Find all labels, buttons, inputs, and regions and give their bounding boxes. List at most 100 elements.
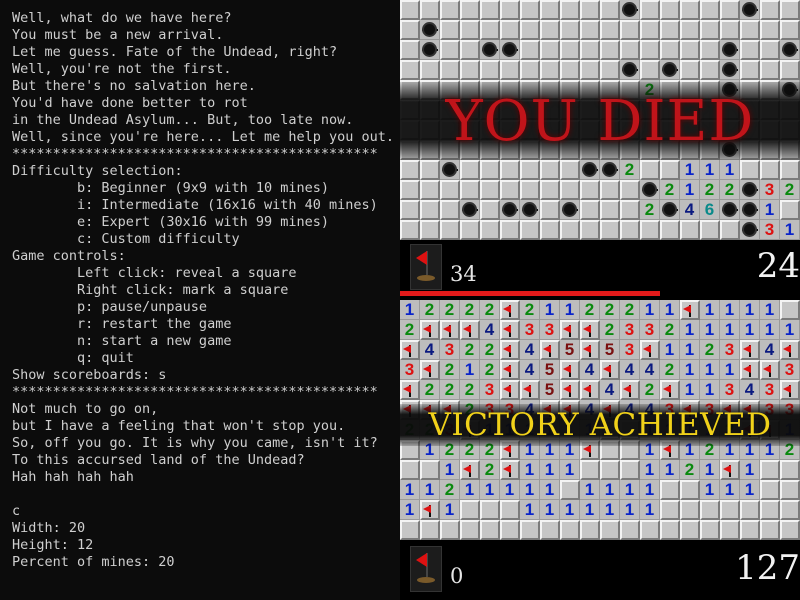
number-cell[interactable]: 1 (720, 480, 740, 500)
hidden-cell[interactable] (400, 180, 420, 200)
hidden-cell[interactable] (560, 40, 580, 60)
number-cell[interactable]: 1 (720, 320, 740, 340)
number-cell[interactable]: 1 (560, 300, 580, 320)
hidden-cell[interactable] (780, 60, 800, 80)
number-cell[interactable]: 1 (660, 300, 680, 320)
flag-icon[interactable] (680, 300, 700, 320)
hidden-cell[interactable] (660, 0, 680, 20)
hidden-cell[interactable] (640, 20, 660, 40)
flag-icon[interactable] (540, 340, 560, 360)
flag-icon[interactable] (420, 320, 440, 340)
hidden-cell[interactable] (500, 180, 520, 200)
number-cell[interactable]: 2 (440, 380, 460, 400)
number-cell[interactable]: 2 (440, 300, 460, 320)
hidden-cell[interactable] (560, 220, 580, 240)
hidden-cell[interactable] (700, 60, 720, 80)
hidden-cell[interactable] (460, 220, 480, 240)
hidden-cell[interactable] (780, 480, 800, 500)
hidden-cell[interactable] (620, 520, 640, 540)
hidden-cell[interactable] (760, 500, 780, 520)
hidden-cell[interactable] (700, 500, 720, 520)
number-cell[interactable]: 1 (440, 500, 460, 520)
number-cell[interactable]: 4 (520, 360, 540, 380)
hidden-cell[interactable] (560, 160, 580, 180)
hidden-cell[interactable] (660, 220, 680, 240)
number-cell[interactable]: 5 (600, 340, 620, 360)
number-cell[interactable]: 1 (460, 360, 480, 380)
mine-icon[interactable] (460, 200, 480, 220)
hidden-cell[interactable] (480, 220, 500, 240)
flag-icon[interactable] (420, 500, 440, 520)
number-cell[interactable]: 2 (640, 200, 660, 220)
number-cell[interactable]: 4 (680, 200, 700, 220)
hidden-cell[interactable] (600, 220, 620, 240)
number-cell[interactable]: 2 (480, 460, 500, 480)
flag-icon[interactable] (500, 460, 520, 480)
hidden-cell[interactable] (620, 460, 640, 480)
hidden-cell[interactable] (780, 200, 800, 220)
hidden-cell[interactable] (400, 160, 420, 180)
hidden-cell[interactable] (660, 160, 680, 180)
hidden-cell[interactable] (600, 460, 620, 480)
flag-icon[interactable] (500, 360, 520, 380)
mine-icon[interactable] (480, 40, 500, 60)
hidden-cell[interactable] (540, 0, 560, 20)
hidden-cell[interactable] (520, 20, 540, 40)
flag-icon[interactable] (500, 380, 520, 400)
number-cell[interactable]: 1 (420, 480, 440, 500)
hidden-cell[interactable] (760, 40, 780, 60)
hidden-cell[interactable] (440, 220, 460, 240)
hidden-cell[interactable] (440, 0, 460, 20)
number-cell[interactable]: 2 (580, 300, 600, 320)
hidden-cell[interactable] (660, 40, 680, 60)
number-cell[interactable]: 1 (460, 480, 480, 500)
hidden-cell[interactable] (460, 520, 480, 540)
hidden-cell[interactable] (480, 520, 500, 540)
flag-icon[interactable] (580, 380, 600, 400)
number-cell[interactable]: 1 (740, 460, 760, 480)
hidden-cell[interactable] (460, 180, 480, 200)
hidden-cell[interactable] (640, 520, 660, 540)
number-cell[interactable]: 3 (480, 380, 500, 400)
hidden-cell[interactable] (400, 200, 420, 220)
number-cell[interactable]: 2 (420, 300, 440, 320)
hidden-cell[interactable] (780, 20, 800, 40)
hidden-cell[interactable] (740, 500, 760, 520)
number-cell[interactable]: 1 (500, 480, 520, 500)
hidden-cell[interactable] (540, 180, 560, 200)
hidden-cell[interactable] (560, 60, 580, 80)
number-cell[interactable]: 2 (640, 380, 660, 400)
number-cell[interactable]: 1 (680, 360, 700, 380)
mine-icon[interactable] (620, 0, 640, 20)
number-cell[interactable]: 3 (760, 380, 780, 400)
hidden-cell[interactable] (540, 200, 560, 220)
hidden-cell[interactable] (500, 500, 520, 520)
mine-icon[interactable] (660, 200, 680, 220)
flag-icon[interactable] (740, 340, 760, 360)
number-cell[interactable]: 1 (640, 300, 660, 320)
mine-icon[interactable] (740, 180, 760, 200)
flag-icon[interactable] (500, 300, 520, 320)
hidden-cell[interactable] (740, 20, 760, 40)
number-cell[interactable]: 1 (400, 500, 420, 520)
hidden-cell[interactable] (680, 60, 700, 80)
mine-icon[interactable] (440, 160, 460, 180)
flag-icon[interactable] (560, 320, 580, 340)
number-cell[interactable]: 1 (700, 360, 720, 380)
hidden-cell[interactable] (620, 20, 640, 40)
hidden-cell[interactable] (720, 520, 740, 540)
hidden-cell[interactable] (480, 60, 500, 80)
hidden-cell[interactable] (640, 0, 660, 20)
flag-icon[interactable] (640, 340, 660, 360)
hidden-cell[interactable] (780, 460, 800, 480)
flag-icon[interactable] (720, 460, 740, 480)
number-cell[interactable]: 1 (680, 160, 700, 180)
number-cell[interactable]: 1 (400, 480, 420, 500)
number-cell[interactable]: 1 (660, 460, 680, 480)
flag-icon[interactable] (600, 360, 620, 380)
hidden-cell[interactable] (600, 200, 620, 220)
hidden-cell[interactable] (760, 460, 780, 480)
number-cell[interactable]: 1 (540, 300, 560, 320)
mine-icon[interactable] (500, 40, 520, 60)
hidden-cell[interactable] (500, 0, 520, 20)
